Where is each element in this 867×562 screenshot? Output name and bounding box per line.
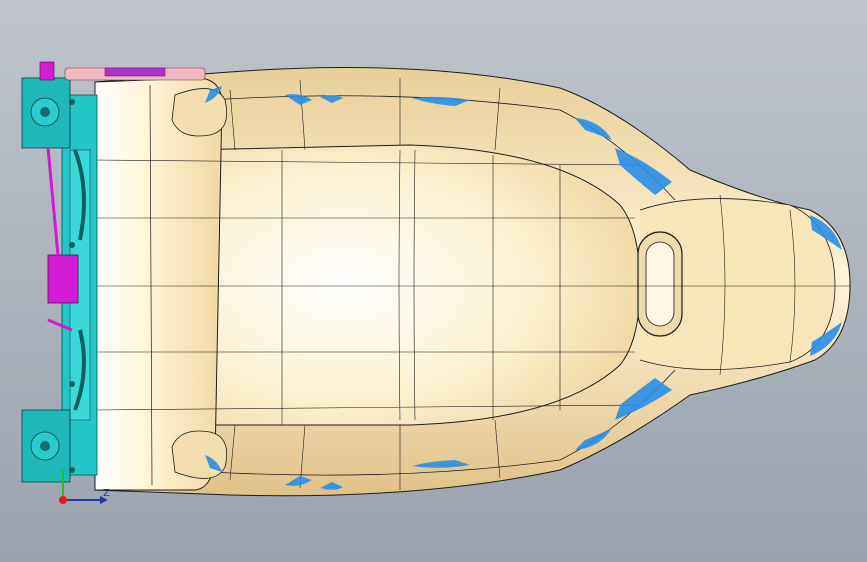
side-bracket-strip xyxy=(46,147,60,256)
seat-model-view[interactable]: Z xyxy=(0,0,867,562)
cad-graphics-viewport[interactable]: Z xyxy=(0,0,867,562)
seat-slot-inner xyxy=(645,241,675,327)
z-axis-label: Z xyxy=(103,488,110,499)
x-axis-dot xyxy=(59,496,67,504)
seat-cushion-surface xyxy=(184,144,641,426)
rear-bolster-corner-top xyxy=(171,88,228,137)
rear-bolster-block xyxy=(94,77,223,491)
upper-recliner-mechanism xyxy=(21,61,71,149)
rear-bolster-corner-bottom xyxy=(171,430,228,479)
center-bracket xyxy=(47,254,79,304)
